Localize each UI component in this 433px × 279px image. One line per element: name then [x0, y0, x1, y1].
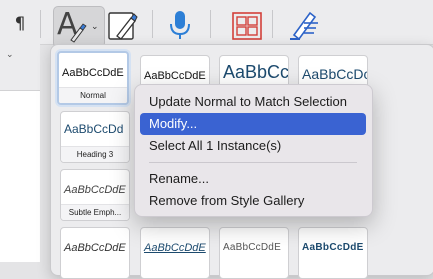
style-card[interactable]: AaBbCcDdE: [60, 227, 130, 279]
style-label: Normal: [59, 87, 127, 103]
ribbon-separator: [210, 10, 211, 38]
style-sample: AaBbCcDdE: [64, 242, 126, 254]
menu-item-update-normal[interactable]: Update Normal to Match Selection: [140, 91, 366, 113]
style-card-heading-3[interactable]: AaBbCcDd Heading 3: [60, 111, 130, 163]
style-sample: AaBbCcDdE: [62, 67, 124, 79]
menu-item-rename[interactable]: Rename...: [140, 168, 366, 190]
menu-item-select-all-instances[interactable]: Select All 1 Instance(s): [140, 135, 366, 157]
style-sample: AaBbCcDd: [64, 122, 124, 136]
style-sample: AaBbCcDdE: [144, 70, 206, 82]
style-card[interactable]: AaBbCcDdE: [140, 227, 210, 279]
ribbon-separator: [272, 10, 273, 38]
document-canvas[interactable]: [0, 90, 40, 262]
microphone-icon[interactable]: [169, 9, 191, 41]
brush-icon: [70, 23, 87, 43]
style-sample: AaBbCc: [223, 62, 289, 82]
style-sample: AaBbCcDdE: [64, 184, 126, 196]
chevron-down-icon: ⌄: [91, 21, 99, 31]
style-sample: AaBbCcDc: [302, 66, 368, 82]
menu-item-remove-from-gallery[interactable]: Remove from Style Gallery: [140, 190, 366, 212]
style-context-menu: Update Normal to Match Selection Modify.…: [134, 84, 373, 217]
design-grid-icon[interactable]: [231, 11, 263, 41]
chevron-down-icon[interactable]: ⌄: [6, 49, 16, 61]
menu-separator: [149, 162, 357, 163]
ribbon-separator: [40, 10, 41, 38]
style-card[interactable]: AaBbCcDdE: [298, 227, 368, 279]
style-sample: AaBbCcDdE: [223, 242, 281, 253]
styles-pane-icon[interactable]: [105, 10, 139, 42]
ribbon: ¶ A ⌄: [0, 0, 433, 48]
style-sample: AaBbCcDdE: [302, 242, 364, 253]
style-card-subtle-emphasis[interactable]: AaBbCcDdE Subtle Emph...: [60, 169, 130, 221]
styles-button[interactable]: A ⌄: [53, 6, 105, 48]
ribbon-separator: [152, 10, 153, 38]
style-card[interactable]: AaBbCcDdE: [219, 227, 289, 279]
menu-item-modify[interactable]: Modify...: [140, 113, 366, 135]
style-sample: AaBbCcDdE: [144, 242, 206, 254]
style-label: Heading 3: [61, 146, 129, 162]
style-label: Subtle Emph...: [61, 204, 129, 220]
paragraph-mark-icon[interactable]: ¶: [12, 14, 28, 34]
style-card-normal[interactable]: AaBbCcDdE Normal: [57, 51, 129, 105]
editor-pen-icon[interactable]: [286, 9, 322, 41]
